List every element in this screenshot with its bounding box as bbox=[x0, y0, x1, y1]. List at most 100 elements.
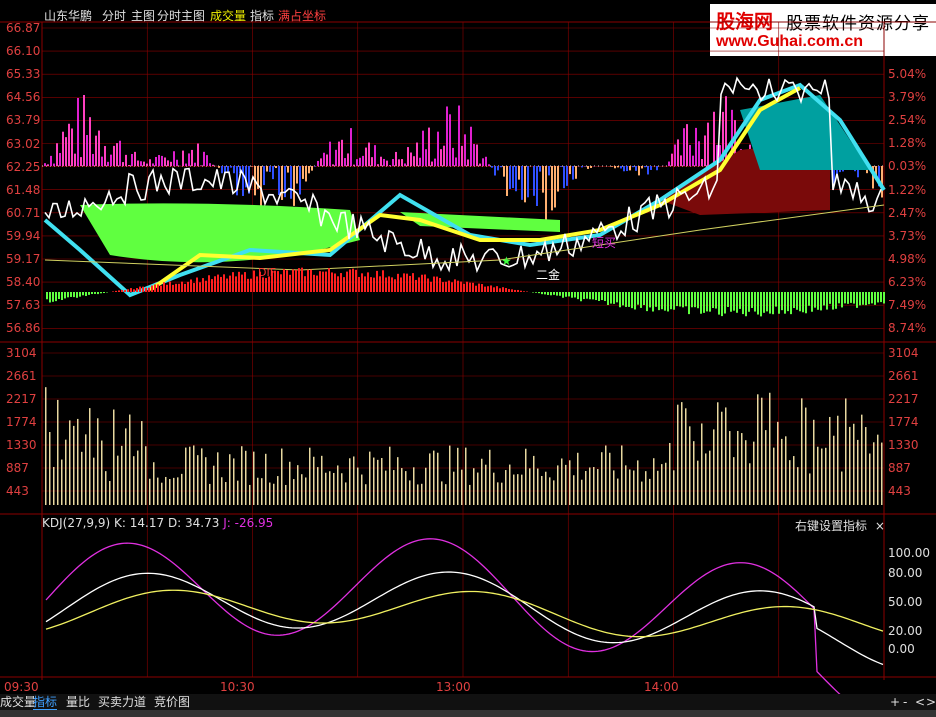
volume-bar bbox=[489, 449, 491, 505]
volume-bar bbox=[553, 480, 555, 505]
tab-volume[interactable]: 成交量 bbox=[0, 696, 36, 709]
volume-bar bbox=[253, 451, 255, 505]
zoom-in-button[interactable]: + bbox=[890, 696, 900, 709]
volume-bar bbox=[697, 460, 699, 505]
volume-tick: 3104 bbox=[6, 346, 37, 360]
macd-bar bbox=[433, 276, 435, 292]
price-tick: 64.56 bbox=[6, 90, 41, 105]
time-label-0930: 09:30 bbox=[4, 680, 39, 694]
volume-bar bbox=[349, 458, 351, 505]
volume-bar bbox=[709, 450, 711, 505]
momentum-bar bbox=[455, 157, 457, 166]
macd-bar bbox=[538, 292, 540, 294]
macd-bar bbox=[799, 292, 801, 312]
macd-bar bbox=[868, 292, 870, 305]
tab-indicator[interactable]: 指标 bbox=[33, 696, 58, 710]
macd-bar bbox=[808, 292, 810, 306]
macd-bar bbox=[418, 277, 420, 292]
momentum-bar bbox=[569, 166, 571, 175]
macd-bar bbox=[187, 281, 189, 292]
macd-bar bbox=[403, 273, 405, 292]
momentum-bar bbox=[122, 162, 124, 166]
settings-label[interactable]: 右键设置指标 bbox=[795, 519, 867, 533]
indicator-settings[interactable]: 右键设置指标 × bbox=[795, 517, 885, 534]
volume-bar bbox=[713, 429, 715, 505]
volume-bar bbox=[57, 399, 59, 505]
macd-bar bbox=[760, 292, 762, 317]
volume-bar bbox=[305, 477, 307, 505]
volume-bar bbox=[549, 477, 551, 505]
volume-bar bbox=[433, 450, 435, 505]
momentum-bar bbox=[641, 166, 643, 169]
volume-bar bbox=[401, 468, 403, 505]
macd-bar bbox=[196, 277, 198, 292]
macd-bar bbox=[787, 292, 789, 312]
momentum-bar bbox=[428, 127, 430, 166]
macd-bar bbox=[199, 282, 201, 292]
volume-bar bbox=[753, 441, 755, 505]
macd-bar bbox=[52, 292, 54, 302]
momentum-bar bbox=[272, 166, 274, 180]
momentum-bar bbox=[275, 166, 277, 169]
momentum-bar bbox=[452, 147, 454, 166]
macd-bar bbox=[814, 292, 816, 308]
momentum-bar bbox=[155, 156, 157, 166]
volume-bar bbox=[725, 407, 727, 505]
volume-bar bbox=[729, 431, 731, 505]
macd-bar bbox=[376, 270, 378, 292]
momentum-bar bbox=[134, 151, 136, 166]
volume-bar bbox=[333, 472, 335, 505]
tab-buy-sell-power[interactable]: 买卖力道 bbox=[98, 696, 146, 709]
momentum-bar bbox=[191, 149, 193, 166]
price-tick: 56.86 bbox=[6, 321, 41, 336]
volume-bar bbox=[205, 457, 207, 505]
macd-bar bbox=[730, 292, 732, 312]
tab-volume-ratio[interactable]: 量比 bbox=[66, 696, 90, 709]
zoom-out-button[interactable]: - bbox=[903, 696, 907, 709]
momentum-bar bbox=[386, 160, 388, 166]
volume-bar bbox=[297, 465, 299, 505]
momentum-bar bbox=[443, 145, 445, 166]
momentum-bar bbox=[194, 162, 196, 166]
macd-bar bbox=[742, 292, 744, 315]
macd-bar bbox=[427, 278, 429, 292]
momentum-bar bbox=[482, 158, 484, 166]
volume-bar bbox=[93, 457, 95, 505]
momentum-bar bbox=[335, 149, 337, 166]
volume-bar bbox=[793, 456, 795, 505]
price-tick: 62.25 bbox=[6, 159, 41, 174]
volume-bar bbox=[177, 477, 179, 505]
macd-bar bbox=[565, 292, 567, 297]
volume-bar bbox=[321, 455, 323, 505]
volume-bar bbox=[817, 446, 819, 505]
price-panel bbox=[43, 76, 886, 317]
tab-auction[interactable]: 竞价图 bbox=[154, 696, 190, 709]
volume-bar bbox=[441, 481, 443, 505]
volume-bar bbox=[625, 465, 627, 505]
scroll-right-button[interactable]: > bbox=[926, 696, 936, 709]
volume-bar bbox=[357, 467, 359, 505]
volume-bar bbox=[653, 458, 655, 505]
momentum-bar bbox=[473, 144, 475, 166]
macd-bar bbox=[826, 292, 828, 310]
macd-bar bbox=[394, 279, 396, 292]
volume-bar bbox=[537, 468, 539, 505]
scroll-left-button[interactable]: < bbox=[915, 696, 925, 709]
momentum-bar bbox=[344, 158, 346, 166]
volume-bar bbox=[513, 474, 515, 505]
momentum-bar bbox=[881, 166, 883, 198]
close-icon[interactable]: × bbox=[875, 519, 885, 533]
macd-bar bbox=[85, 292, 87, 296]
momentum-bar bbox=[230, 166, 232, 168]
macd-bar bbox=[205, 280, 207, 292]
volume-bar bbox=[365, 484, 367, 505]
volume-bar bbox=[509, 464, 511, 505]
volume-bar bbox=[77, 418, 79, 505]
momentum-bar bbox=[431, 161, 433, 166]
price-tick: 61.48 bbox=[6, 182, 41, 197]
momentum-bar bbox=[320, 158, 322, 166]
momentum-bar bbox=[563, 166, 565, 189]
macd-bar bbox=[352, 268, 354, 292]
macd-bar bbox=[874, 292, 876, 305]
momentum-bar bbox=[503, 166, 505, 177]
